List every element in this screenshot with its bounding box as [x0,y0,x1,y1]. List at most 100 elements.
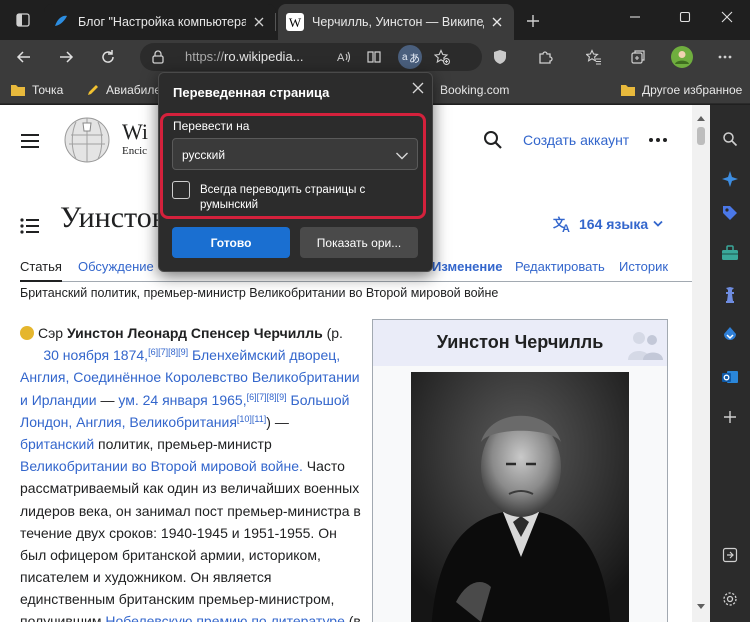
extensions-button[interactable] [531,43,559,71]
bookmark-aviabilety[interactable]: Авиабиле [86,81,161,99]
people-icon [625,328,665,367]
sparkle-icon[interactable] [720,169,740,189]
reference-link[interactable]: [6][7][8][9] [148,347,188,357]
settings-more-button[interactable] [711,43,739,71]
svg-text:W: W [289,15,302,30]
bookmark-label: Другое избранное [642,83,743,97]
table-of-contents-icon[interactable] [20,217,40,240]
main-menu-icon[interactable] [20,133,40,154]
bookmark-booking[interactable]: Booking.com [440,81,509,99]
scroll-up-arrow-icon[interactable] [696,109,706,127]
window-close-button[interactable] [704,0,750,34]
infobox: Уинстон Черчилль [372,319,668,622]
wikipedia-globe-logo[interactable] [62,115,112,165]
tab-article[interactable]: Статья [20,259,62,282]
tab-view-changes[interactable]: Изменение [432,259,502,274]
prime-minister-link[interactable]: Великобритании во Второй мировой войне. [20,458,303,474]
bookmark-label: Booking.com [440,83,510,97]
close-icon[interactable] [250,13,268,31]
new-tab-button[interactable] [520,8,546,34]
show-original-button[interactable]: Показать ори... [300,227,418,258]
star-plus-icon [434,49,450,65]
gear-icon[interactable] [720,589,740,609]
url-protocol: https:// [185,49,225,64]
back-button[interactable] [10,43,38,71]
search-icon[interactable] [483,130,503,155]
greater-london-link[interactable]: Большой [287,392,350,408]
reference-link[interactable]: [6][7][8][9] [247,392,287,402]
close-icon [721,11,733,23]
url-text[interactable]: https://ro.wikipedia... [185,49,304,64]
tab-talk[interactable]: Обсуждение [78,259,154,274]
search-icon[interactable] [720,129,740,149]
tab-blog[interactable]: Блог "Настройка компьютера" [44,4,276,40]
vertical-scrollbar[interactable] [692,105,710,622]
maximize-icon [679,11,691,23]
more-horizontal-icon [718,55,732,59]
bookmark-tochka[interactable]: Точка [10,81,63,99]
reference-link[interactable]: [10][11] [237,414,266,424]
birth-date-link[interactable]: 30 ноября 1874, [43,347,148,363]
maximize-button[interactable] [662,0,708,34]
tab-wikipedia[interactable]: W Черчилль, Уинстон — Википедия [278,4,514,40]
folder-icon [620,83,636,97]
address-bar[interactable]: https://ro.wikipedia... A aあ [140,43,482,71]
tab-edit[interactable]: Редактировать [515,259,605,274]
read-aloud-button[interactable]: A [332,45,356,69]
minimize-button[interactable] [612,0,658,34]
add-favorite-button[interactable] [430,45,454,69]
create-account-link[interactable]: Создать аккаунт [523,132,629,148]
scroll-down-arrow-icon[interactable] [696,598,706,616]
favorites-button[interactable] [580,43,608,71]
favorites-icon [586,49,601,65]
outlook-icon[interactable] [720,367,740,387]
forward-button[interactable] [52,43,80,71]
portrait-photo[interactable] [411,372,629,622]
add-icon[interactable] [720,407,740,427]
svg-text:A: A [337,52,345,64]
close-icon[interactable] [488,13,506,31]
scrollbar-thumb[interactable] [697,127,705,145]
done-button[interactable]: Готово [172,227,290,258]
chevron-down-icon [395,148,409,166]
languages-button[interactable]: 文A 164 языка [553,215,663,233]
tab-actions-icon [16,13,30,27]
drop-icon[interactable] [720,325,740,345]
death-date-link[interactable]: ум. 24 января 1965, [118,392,246,408]
more-horizontal-icon[interactable] [648,130,668,155]
immersive-reader-button[interactable] [362,45,386,69]
tab-title: Черчилль, Уинстон — Википедия [312,15,484,29]
infobox-header: Уинстон Черчилль [373,320,667,366]
close-icon[interactable] [409,79,427,97]
always-translate-checkbox[interactable] [172,181,190,199]
puzzle-icon [539,51,553,64]
blenheim-link[interactable]: Бленхеймский дворец, [188,347,340,363]
bookmark-other-favorites[interactable]: Другое избранное [620,81,742,99]
tab-history[interactable]: Историк [619,259,668,274]
book-icon [367,51,381,63]
refresh-icon [102,50,114,63]
london-link[interactable]: Лондон, Англия, Великобритания [20,414,237,430]
lock-icon[interactable] [150,49,166,70]
toolbox-icon[interactable] [720,243,740,263]
profile-button[interactable] [668,43,696,71]
wikipedia-wordmark: Wi [122,119,148,144]
ireland-link[interactable]: и Ирландии [20,392,97,408]
target-language-select[interactable]: русский [172,138,418,170]
tab-actions-button[interactable] [6,7,40,33]
chess-icon[interactable] [720,285,740,305]
translate-button[interactable]: aあ [398,45,422,69]
tag-icon[interactable] [720,203,740,223]
refresh-button[interactable] [94,43,122,71]
nobel-prize-link[interactable]: Нобелевскую премию по литературе [105,613,345,622]
chevron-down-icon [653,220,663,228]
edge-sidebar [710,105,750,622]
sidebar-collapse-icon[interactable] [720,545,740,565]
selected-language: русский [182,148,226,162]
tab-title: Блог "Настройка компьютера" [78,15,246,29]
collections-button[interactable] [624,43,652,71]
shield-extension-button[interactable] [486,43,514,71]
country-link[interactable]: Англия, Соединённое Королевство Великобр… [20,369,360,385]
british-link[interactable]: британский [20,436,94,452]
translate-icon: 文A [553,215,573,233]
